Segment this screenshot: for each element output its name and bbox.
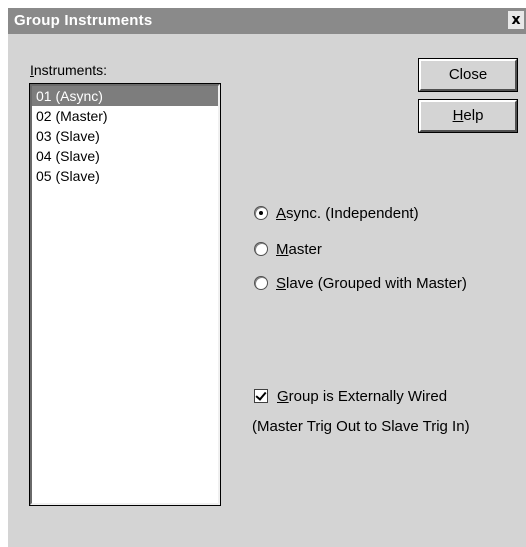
group-instruments-dialog: Group Instruments x Instruments: 01 (Asy… bbox=[8, 8, 526, 547]
help-button[interactable]: Help bbox=[418, 99, 518, 133]
window-title: Group Instruments bbox=[14, 12, 153, 29]
radio-async[interactable]: Async. (Independent) bbox=[254, 202, 419, 224]
instruments-list[interactable]: 01 (Async) 02 (Master) 03 (Slave) 04 (Sl… bbox=[29, 83, 221, 506]
instruments-label: Instruments: bbox=[30, 62, 107, 78]
list-item-05[interactable]: 05 (Slave) bbox=[32, 166, 218, 186]
help-button-text: elp bbox=[463, 107, 484, 124]
radio-master-text: aster bbox=[288, 240, 322, 258]
list-item-01[interactable]: 01 (Async) bbox=[32, 86, 218, 106]
externally-wired-text: roup is Externally Wired bbox=[288, 387, 448, 405]
list-item-02[interactable]: 02 (Master) bbox=[32, 106, 218, 126]
radio-master[interactable]: Master bbox=[254, 238, 322, 260]
close-button[interactable]: Close bbox=[418, 58, 518, 92]
wiring-note: (Master Trig Out to Slave Trig In) bbox=[252, 418, 470, 435]
list-item-04[interactable]: 04 (Slave) bbox=[32, 146, 218, 166]
close-window-icon[interactable]: x bbox=[508, 11, 524, 29]
externally-wired-checkbox-row[interactable]: Group is Externally Wired bbox=[254, 385, 447, 407]
radio-async-indicator[interactable] bbox=[254, 206, 268, 220]
externally-wired-accel: G bbox=[277, 387, 289, 405]
radio-slave-label: Slave (Grouped with Master) bbox=[276, 275, 467, 292]
title-bar[interactable]: Group Instruments x bbox=[8, 8, 526, 34]
radio-master-label: Master bbox=[276, 241, 322, 258]
radio-master-indicator[interactable] bbox=[254, 242, 268, 256]
help-button-accel: H bbox=[452, 107, 464, 124]
externally-wired-label: Group is Externally Wired bbox=[277, 388, 447, 405]
radio-slave-text: lave (Grouped with Master) bbox=[286, 274, 467, 292]
radio-slave[interactable]: Slave (Grouped with Master) bbox=[254, 272, 467, 294]
radio-async-accel: A bbox=[276, 204, 287, 222]
radio-slave-accel: S bbox=[276, 274, 287, 292]
radio-master-accel: M bbox=[276, 240, 289, 258]
radio-slave-indicator[interactable] bbox=[254, 276, 268, 290]
radio-async-text: sync. (Independent) bbox=[286, 204, 419, 222]
externally-wired-checkbox[interactable] bbox=[254, 389, 268, 403]
list-item-03[interactable]: 03 (Slave) bbox=[32, 126, 218, 146]
instruments-label-text: nstruments: bbox=[33, 62, 108, 78]
radio-async-label: Async. (Independent) bbox=[276, 205, 419, 222]
